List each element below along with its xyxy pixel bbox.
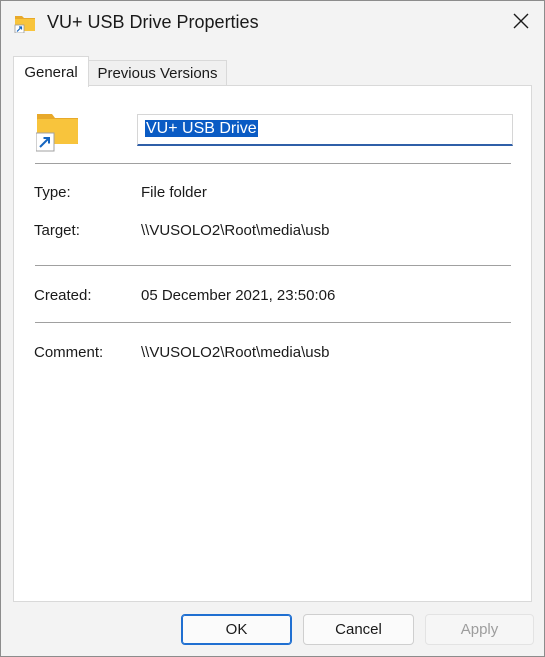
target-label: Target: [34, 222, 80, 239]
title-bar: VU+ USB Drive Properties [1, 1, 544, 45]
type-value: File folder [141, 184, 207, 201]
type-label: Type: [34, 184, 71, 201]
close-button[interactable] [498, 1, 544, 45]
comment-label: Comment: [34, 344, 104, 361]
general-panel: VU+ USB Drive Type: File folder Target: … [13, 85, 532, 602]
tab-general[interactable]: General [13, 56, 89, 87]
folder-shortcut-icon [35, 110, 80, 154]
folder-name-input[interactable]: VU+ USB Drive [137, 114, 513, 146]
apply-button[interactable]: Apply [425, 614, 534, 645]
comment-value: \\VUSOLO2\Root\media\usb [141, 344, 330, 361]
target-value: \\VUSOLO2\Root\media\usb [141, 222, 330, 239]
folder-shortcut-icon [14, 13, 36, 34]
tab-previous-versions[interactable]: Previous Versions [89, 60, 227, 86]
created-value: 05 December 2021, 23:50:06 [141, 287, 336, 304]
divider [35, 265, 511, 266]
created-label: Created: [34, 287, 92, 304]
divider [35, 163, 511, 164]
close-icon [513, 13, 529, 34]
window-title: VU+ USB Drive Properties [47, 12, 259, 32]
divider [35, 322, 511, 323]
cancel-button[interactable]: Cancel [303, 614, 414, 645]
ok-button[interactable]: OK [181, 614, 292, 645]
properties-dialog: VU+ USB Drive Properties General Previou… [0, 0, 545, 657]
folder-name-text: VU+ USB Drive [145, 120, 258, 137]
